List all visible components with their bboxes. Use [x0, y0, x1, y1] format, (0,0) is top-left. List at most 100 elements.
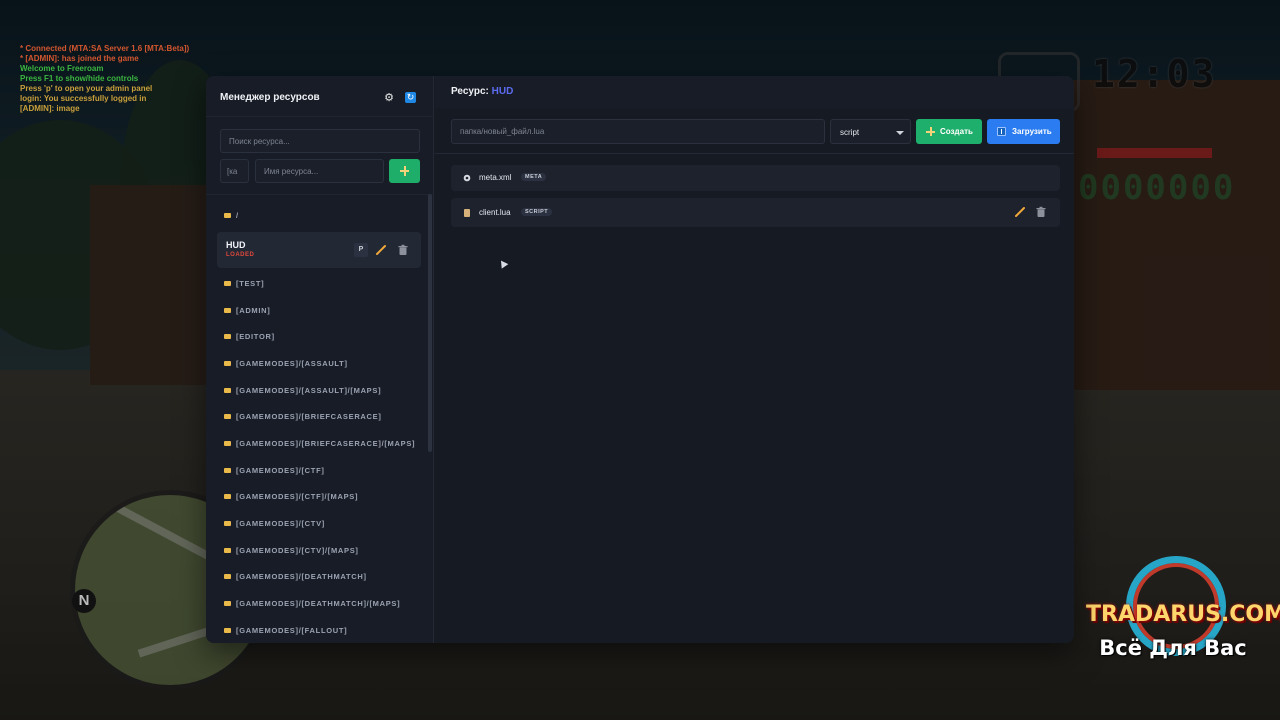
chat-line: * [ADMIN]: has joined the game: [20, 54, 139, 63]
edit-pencil-icon[interactable]: [1014, 206, 1026, 218]
file-type-select[interactable]: script: [830, 119, 911, 144]
folder-item[interactable]: [GAMEMODES]/[FALLOUT]: [224, 624, 347, 638]
create-label: Создать: [940, 127, 973, 136]
settings-gear-icon[interactable]: ⚙: [383, 92, 395, 104]
upload-file-button[interactable]: Загрузить: [987, 119, 1060, 144]
folder-label: [GAMEMODES]/[CTF]/[MAPS]: [236, 492, 359, 501]
file-name: client.lua: [479, 208, 511, 217]
folder-label: [GAMEMODES]/[CTF]: [236, 466, 325, 475]
permissions-button[interactable]: P: [354, 243, 368, 257]
main-panel: Ресурс: HUD script Создать Загрузить: [435, 76, 1074, 643]
trash-icon[interactable]: [397, 244, 409, 256]
watermark-logo: TRADARUS.COM Всё Для Вас: [1086, 556, 1280, 686]
chat-line: Press F1 to show/hide controls: [20, 74, 139, 83]
resource-status-badge: LOADED: [226, 252, 255, 258]
folder-icon: [224, 573, 231, 579]
folder-item[interactable]: [TEST]: [224, 277, 264, 291]
health-bar: [1097, 148, 1212, 158]
file-toolbar: script Создать Загрузить: [435, 108, 1074, 154]
add-resource-button[interactable]: [389, 159, 420, 183]
resource-item-selected[interactable]: HUD LOADED P: [217, 232, 421, 268]
trash-icon[interactable]: [1035, 206, 1047, 218]
sidebar-title: Менеджер ресурсов: [220, 92, 320, 103]
folder-item[interactable]: [GAMEMODES]/[DEATHMATCH]/[MAPS]: [224, 597, 400, 611]
resource-name: HUD: [226, 240, 246, 250]
resource-name-input[interactable]: [255, 159, 384, 183]
folder-item[interactable]: [GAMEMODES]/[DEATHMATCH]: [224, 570, 367, 584]
folder-icon: [224, 600, 231, 606]
refresh-icon[interactable]: ↻: [405, 92, 416, 103]
folder-item[interactable]: [GAMEMODES]/[ASSAULT]: [224, 357, 348, 371]
folder-icon: [224, 493, 231, 499]
folder-label: [GAMEMODES]/[BRIEFCASERACE]: [236, 412, 382, 421]
chat-line: Welcome to Freeroam: [20, 64, 104, 73]
edit-pencil-icon[interactable]: [375, 244, 387, 256]
file-type-badge: SCRIPT: [521, 208, 553, 216]
title-resource-name: HUD: [491, 86, 514, 97]
create-file-button[interactable]: Создать: [916, 119, 982, 144]
folder-item[interactable]: [GAMEMODES]/[BRIEFCASERACE]: [224, 410, 382, 424]
folder-label: [TEST]: [236, 279, 265, 288]
folder-item-root[interactable]: /: [224, 209, 239, 223]
resource-search-input[interactable]: [220, 129, 420, 153]
divider: [206, 194, 434, 195]
folder-item[interactable]: [GAMEMODES]/[CTF]/[MAPS]: [224, 490, 358, 504]
new-file-path-input[interactable]: [451, 119, 825, 144]
gear-icon: [463, 174, 471, 182]
folder-icon: [224, 333, 231, 339]
watermark-brand: TRADARUS.COM: [1086, 602, 1280, 627]
file-item-meta[interactable]: meta.xml META: [451, 165, 1060, 191]
chat-line: Press 'p' to open your admin panel: [20, 84, 153, 93]
folder-label: [ADMIN]: [236, 306, 271, 315]
title-prefix: Ресурс:: [451, 86, 489, 97]
folder-item[interactable]: [ADMIN]: [224, 304, 270, 318]
folder-item[interactable]: [GAMEMODES]/[CTV]: [224, 517, 325, 531]
resource-list: / HUD LOADED P [TEST] [ADMIN] [EDITOR] […: [206, 200, 428, 643]
file-name: meta.xml: [479, 173, 512, 182]
folder-item[interactable]: [GAMEMODES]/[ASSAULT]/[MAPS]: [224, 384, 381, 398]
category-input[interactable]: [220, 159, 249, 183]
folder-label: [GAMEMODES]/[BRIEFCASERACE]/[MAPS]: [236, 439, 416, 448]
folder-icon: [224, 467, 231, 473]
divider: [206, 116, 434, 117]
folder-icon: [224, 212, 231, 218]
sidebar-header: Менеджер ресурсов ⚙ ↻: [206, 76, 434, 118]
folder-icon: [224, 280, 231, 286]
folder-icon: [224, 627, 231, 633]
folder-icon: [224, 413, 231, 419]
upload-icon: [997, 127, 1006, 136]
page-title: Ресурс: HUD: [451, 86, 513, 97]
folder-label: [GAMEMODES]/[CTV]/[MAPS]: [236, 546, 359, 555]
sidebar-scrollbar[interactable]: [428, 194, 432, 452]
upload-label: Загрузить: [1012, 127, 1052, 136]
folder-label: [GAMEMODES]/[DEATHMATCH]: [236, 572, 367, 581]
chat-line: * Connected (MTA:SA Server 1.6 [MTA:Beta…: [20, 44, 190, 53]
folder-label: /: [236, 211, 239, 220]
chat-line: login: You successfully logged in: [20, 94, 147, 103]
chat-box: * Connected (MTA:SA Server 1.6 [MTA:Beta…: [20, 44, 189, 114]
scroll-icon: [464, 209, 470, 217]
folder-label: [GAMEMODES]/[CTV]: [236, 519, 325, 528]
folder-item[interactable]: [GAMEMODES]/[BRIEFCASERACE]/[MAPS]: [224, 437, 415, 451]
folder-label: [GAMEMODES]/[ASSAULT]: [236, 359, 348, 368]
main-header: Ресурс: HUD: [435, 76, 1074, 108]
resource-manager-window: Менеджер ресурсов ⚙ ↻ / HUD LOADED P: [206, 76, 1074, 643]
chevron-down-icon: [896, 131, 904, 135]
folder-icon: [224, 520, 231, 526]
hud-clock: 12:03: [1092, 52, 1217, 96]
plus-icon: [926, 127, 935, 136]
file-type-value: script: [840, 128, 860, 137]
folder-item[interactable]: [GAMEMODES]/[CTV]/[MAPS]: [224, 544, 359, 558]
watermark-slogan: Всё Для Вас: [1099, 636, 1247, 660]
folder-item[interactable]: [EDITOR]: [224, 330, 275, 344]
folder-label: [EDITOR]: [236, 332, 275, 341]
folder-label: [GAMEMODES]/[FALLOUT]: [236, 626, 348, 635]
chat-line: [ADMIN]: image: [20, 104, 80, 113]
sidebar: Менеджер ресурсов ⚙ ↻ / HUD LOADED P: [206, 76, 434, 643]
file-type-badge: META: [521, 173, 547, 181]
file-item-client[interactable]: client.lua SCRIPT: [451, 198, 1060, 227]
folder-icon: [224, 307, 231, 313]
folder-label: [GAMEMODES]/[ASSAULT]/[MAPS]: [236, 386, 382, 395]
folder-item[interactable]: [GAMEMODES]/[CTF]: [224, 464, 325, 478]
hud-money: 0000000: [1078, 168, 1236, 208]
